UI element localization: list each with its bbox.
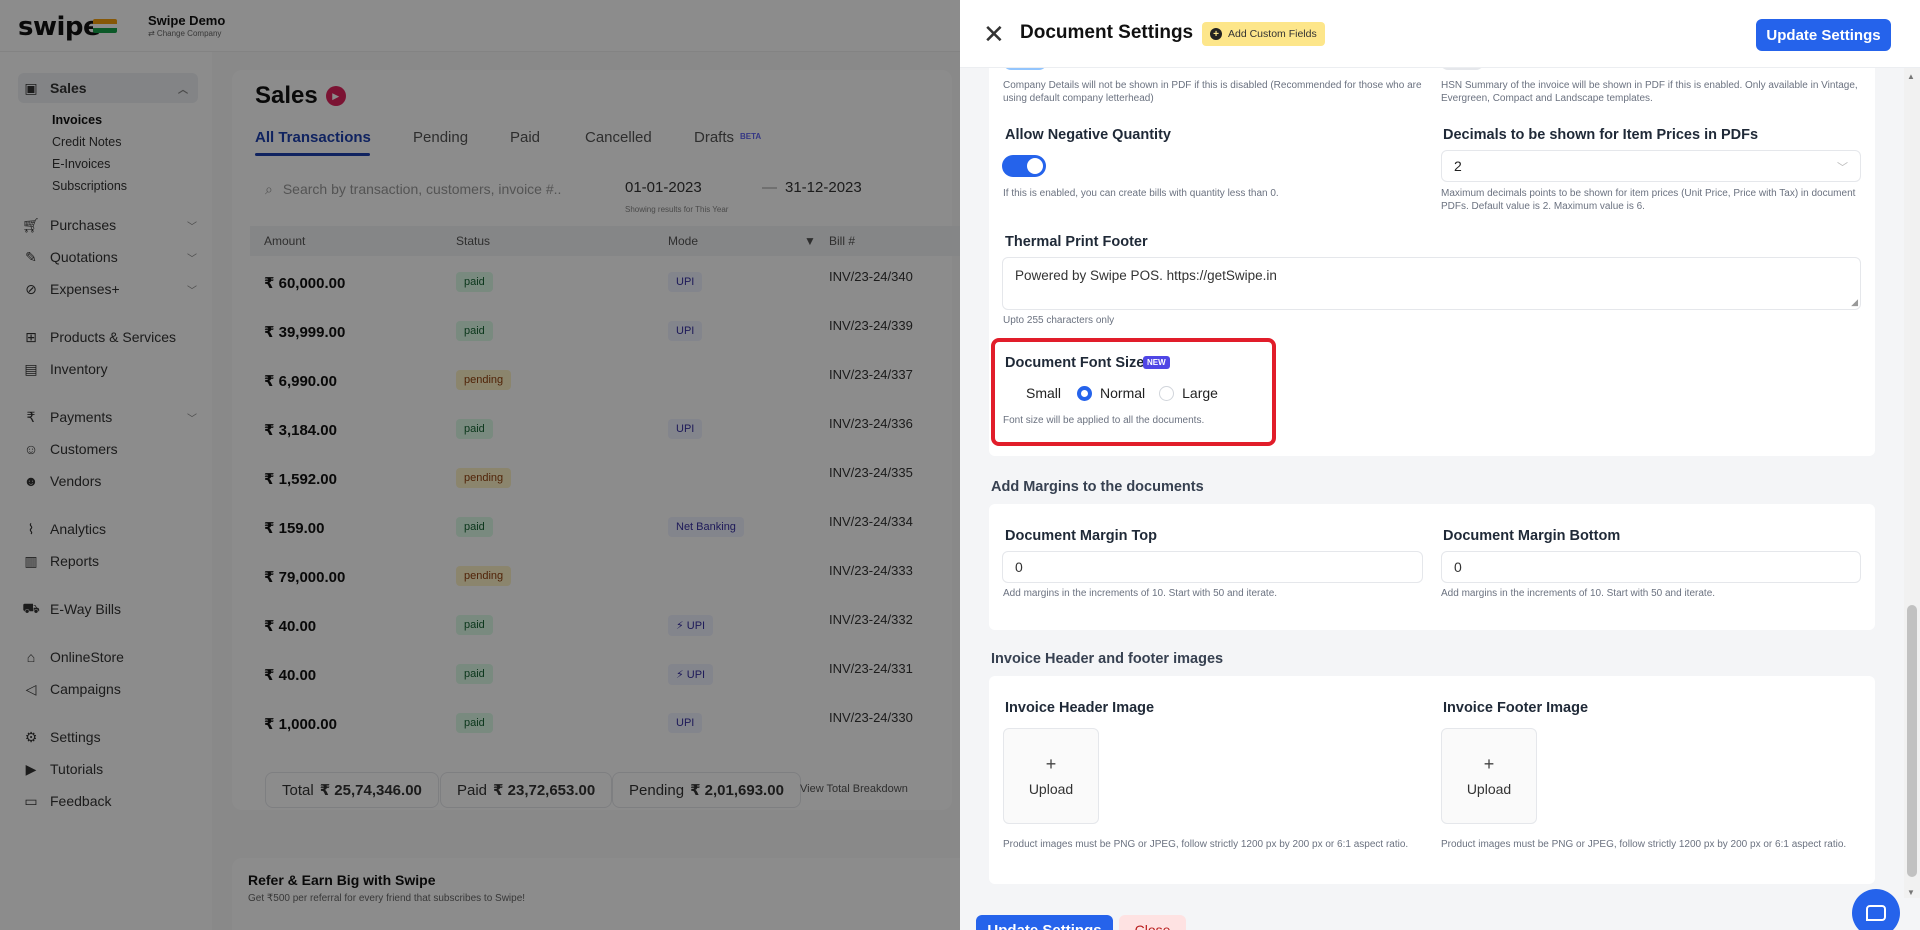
- add-custom-fields-button[interactable]: + Add Custom Fields: [1202, 22, 1325, 46]
- thermal-footer-hint: Upto 255 characters only: [1003, 315, 1115, 326]
- highlight-annotation-box: [991, 338, 1276, 446]
- footer-image-hint: Product images must be PNG or JPEG, foll…: [1441, 839, 1847, 850]
- allow-negative-toggle[interactable]: [1002, 155, 1046, 177]
- thermal-footer-textarea[interactable]: Powered by Swipe POS. https://getSwipe.i…: [1002, 257, 1861, 310]
- margin-bottom-label: Document Margin Bottom: [1443, 528, 1621, 544]
- chat-support-button[interactable]: [1852, 889, 1900, 930]
- decimals-select[interactable]: 2 ﹀: [1441, 150, 1861, 182]
- close-icon[interactable]: ✕: [983, 20, 1005, 48]
- scrollbar-thumb[interactable]: [1907, 605, 1917, 877]
- chat-bubble-icon: [1866, 905, 1886, 921]
- close-button[interactable]: Close: [1119, 915, 1186, 930]
- margins-section-title: Add Margins to the documents: [991, 479, 1204, 495]
- margin-bottom-hint: Add margins in the increments of 10. Sta…: [1441, 588, 1716, 599]
- update-settings-button[interactable]: Update Settings: [1756, 19, 1891, 51]
- drawer-title: Document Settings: [1020, 22, 1194, 43]
- update-settings-footer-button[interactable]: Update Settings: [976, 915, 1113, 930]
- footer-image-label: Invoice Footer Image: [1443, 700, 1589, 716]
- plus-icon: +: [1045, 754, 1057, 774]
- chevron-down-icon: ﹀: [1837, 162, 1848, 174]
- margin-top-input[interactable]: 0: [1002, 551, 1423, 583]
- allow-negative-label: Allow Negative Quantity: [1005, 127, 1171, 143]
- margin-bottom-input[interactable]: 0: [1441, 551, 1861, 583]
- decimals-hint: Maximum decimals points to be shown for …: [1441, 188, 1856, 212]
- company-details-hint: Company Details will not be shown in PDF…: [1003, 80, 1422, 104]
- header-image-hint: Product images must be PNG or JPEG, foll…: [1003, 839, 1409, 850]
- decimals-label: Decimals to be shown for Item Prices in …: [1443, 127, 1759, 143]
- footer-image-upload[interactable]: + Upload: [1441, 728, 1537, 824]
- thermal-footer-label: Thermal Print Footer: [1005, 234, 1148, 250]
- plus-circle-icon: +: [1210, 28, 1222, 40]
- margin-top-label: Document Margin Top: [1005, 528, 1157, 544]
- margin-top-hint: Add margins in the increments of 10. Sta…: [1003, 588, 1278, 599]
- resize-handle-icon[interactable]: ◢: [1851, 297, 1858, 308]
- scroll-down-icon[interactable]: ▼: [1907, 888, 1915, 897]
- header-image-upload[interactable]: + Upload: [1003, 728, 1099, 824]
- hsn-summary-hint: HSN Summary of the invoice will be shown…: [1441, 80, 1858, 104]
- scroll-up-icon[interactable]: ▲: [1907, 72, 1915, 81]
- plus-icon: +: [1483, 754, 1495, 774]
- modal-overlay[interactable]: [0, 0, 960, 930]
- allow-negative-hint: If this is enabled, you can create bills…: [1003, 188, 1279, 199]
- header-image-label: Invoice Header Image: [1005, 700, 1155, 716]
- images-section-title: Invoice Header and footer images: [991, 651, 1224, 667]
